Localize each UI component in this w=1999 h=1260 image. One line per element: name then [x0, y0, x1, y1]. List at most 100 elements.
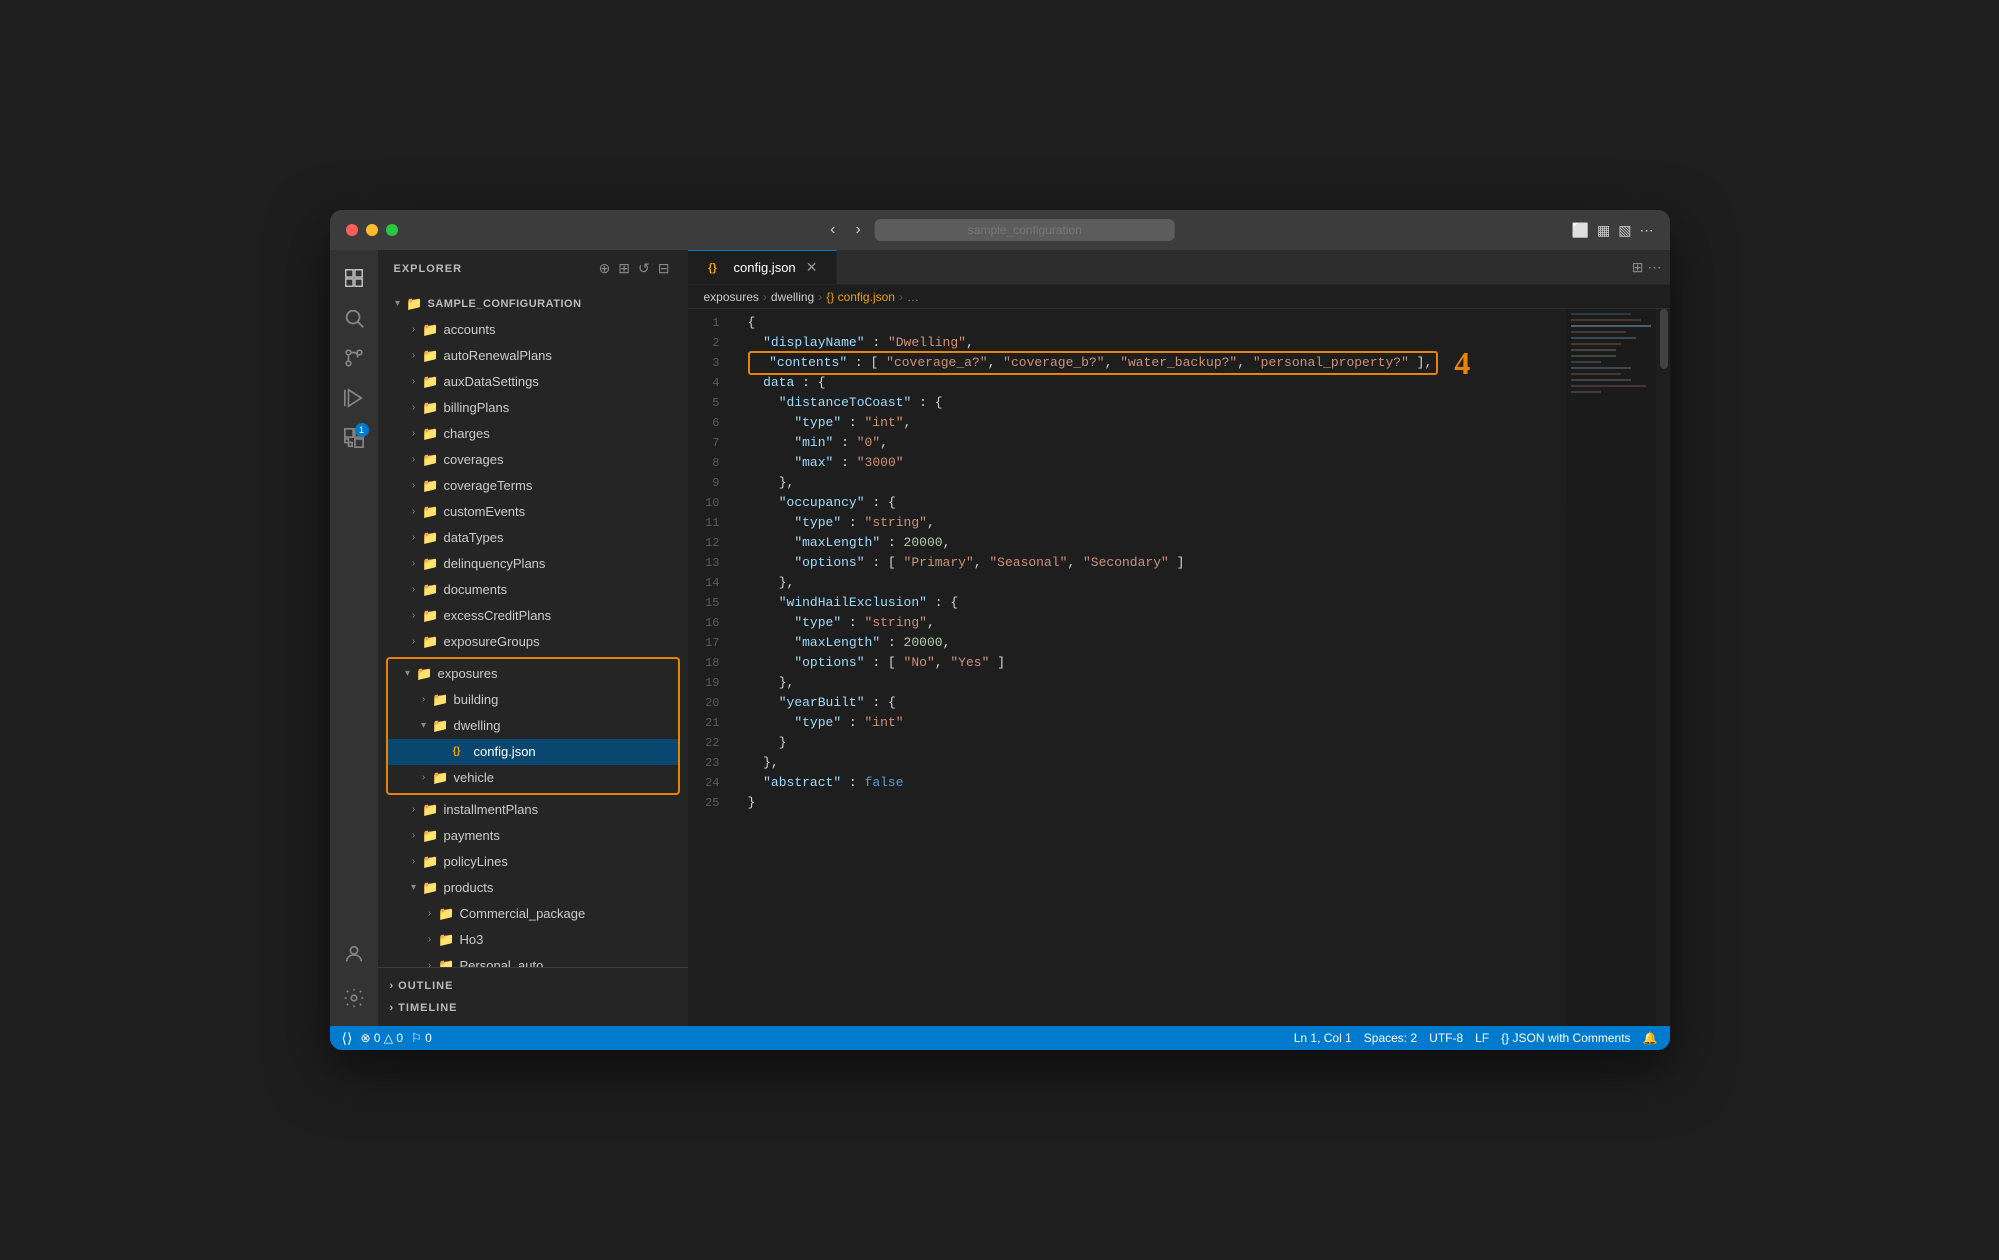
code-line-20: "yearBuilt" : { — [748, 693, 1566, 713]
outline-section[interactable]: › OUTLINE — [390, 976, 676, 996]
encoding-indicator[interactable]: UTF-8 — [1429, 1031, 1463, 1045]
chevron-right-icon: › — [406, 553, 422, 575]
tree-item-personal-auto[interactable]: › 📁 Personal_auto — [378, 953, 688, 967]
sidebar-item-source-control[interactable] — [336, 340, 372, 376]
sidebar-item-run[interactable] — [336, 380, 372, 416]
chevron-down-icon: ▾ — [390, 293, 406, 315]
code-line-9: }, — [748, 473, 1566, 493]
tree-item-auxDataSettings[interactable]: › 📁 auxDataSettings — [378, 369, 688, 395]
line-num: 18 — [688, 653, 720, 673]
folder-icon: 📁 — [438, 955, 456, 967]
tree-item-payments[interactable]: › 📁 payments — [378, 823, 688, 849]
scrollbar-thumb[interactable] — [1660, 309, 1668, 369]
titlebar: ‹ › ⬜ ▦ ▧ ⋯ — [330, 210, 1670, 250]
code-line-13: "options" : [ "Primary", "Seasonal", "Se… — [748, 553, 1566, 573]
sidebar-item-search[interactable] — [336, 300, 372, 336]
timeline-section[interactable]: › TIMELINE — [390, 998, 676, 1018]
language-indicator[interactable]: {} JSON with Comments — [1501, 1031, 1630, 1045]
tree-item-ho3[interactable]: › 📁 Ho3 — [378, 927, 688, 953]
code-lines[interactable]: { "displayName" : "Dwelling", "contents"… — [732, 309, 1566, 1026]
chevron-right-icon: › — [406, 501, 422, 523]
line-ending-indicator[interactable]: LF — [1475, 1031, 1489, 1045]
tab-config-json[interactable]: {} config.json ✕ — [688, 250, 837, 284]
code-line-17: "maxLength" : 20000, — [748, 633, 1566, 653]
tree-item-autoRenewalPlans[interactable]: › 📁 autoRenewalPlans — [378, 343, 688, 369]
split-button[interactable]: ▧ — [1618, 222, 1631, 239]
tree-item-accounts[interactable]: › 📁 accounts — [378, 317, 688, 343]
tree-item-dwelling[interactable]: ▾ 📁 dwelling — [388, 713, 678, 739]
breadcrumb: exposures › dwelling › {} config.json › … — [688, 285, 1670, 309]
tree-item-charges[interactable]: › 📁 charges — [378, 421, 688, 447]
tree-item-documents[interactable]: › 📁 documents — [378, 577, 688, 603]
tree-item-exposures[interactable]: ▾ 📁 exposures — [388, 661, 678, 687]
tree-item-vehicle[interactable]: › 📁 vehicle — [388, 765, 678, 791]
code-line-2: "displayName" : "Dwelling", — [748, 333, 1566, 353]
folder-icon: 📁 — [422, 371, 440, 393]
vscode-window: ‹ › ⬜ ▦ ▧ ⋯ — [330, 210, 1670, 1050]
source-control-status[interactable]: ⚐ 0 — [411, 1031, 432, 1045]
tree-label: charges — [444, 423, 490, 445]
tree-label: vehicle — [454, 767, 494, 789]
breadcrumb-exposures[interactable]: exposures — [704, 290, 759, 304]
notifications-bell[interactable]: 🔔 — [1643, 1031, 1658, 1045]
close-button[interactable] — [346, 224, 358, 236]
tree-label: delinquencyPlans — [444, 553, 546, 575]
search-input[interactable] — [875, 219, 1175, 241]
tree-item-billingPlans[interactable]: › 📁 billingPlans — [378, 395, 688, 421]
tab-close-button[interactable]: ✕ — [804, 260, 820, 276]
new-folder-button[interactable]: ⊞ — [616, 258, 632, 279]
tree-item-coverageTerms[interactable]: › 📁 coverageTerms — [378, 473, 688, 499]
collapse-all-button[interactable]: ⊟ — [656, 258, 672, 279]
tree-item-products[interactable]: ▾ 📁 products — [378, 875, 688, 901]
tree-item-coverages[interactable]: › 📁 coverages — [378, 447, 688, 473]
tree-label: policyLines — [444, 851, 508, 873]
tree-root[interactable]: ▾ 📁 SAMPLE_CONFIGURATION — [378, 291, 688, 317]
sidebar-toggle-button[interactable]: ⬜ — [1572, 222, 1589, 239]
tree-item-policyLines[interactable]: › 📁 policyLines — [378, 849, 688, 875]
code-line-7: "min" : "0", — [748, 433, 1566, 453]
tree-item-exposureGroups[interactable]: › 📁 exposureGroups — [378, 629, 688, 655]
sidebar-header: EXPLORER ⊕ ⊞ ↺ ⊟ — [378, 250, 688, 287]
line-num: 1 — [688, 313, 720, 333]
refresh-button[interactable]: ↺ — [636, 258, 652, 279]
split-editor-button[interactable]: ⊞ — [1632, 259, 1644, 276]
sidebar-item-explorer[interactable] — [336, 260, 372, 296]
tree-item-building[interactable]: › 📁 building — [388, 687, 678, 713]
breadcrumb-ellipsis[interactable]: … — [907, 290, 919, 304]
tree-item-config-json[interactable]: {} config.json — [388, 739, 678, 765]
tree-item-dataTypes[interactable]: › 📁 dataTypes — [378, 525, 688, 551]
line-num: 22 — [688, 733, 720, 753]
editor-scrollbar[interactable] — [1656, 309, 1670, 1026]
code-line-3: "contents" : [ "coverage_a?", "coverage_… — [748, 353, 1566, 373]
tree-item-delinquencyPlans[interactable]: › 📁 delinquencyPlans — [378, 551, 688, 577]
more-button[interactable]: ⋯ — [1640, 222, 1654, 239]
maximize-button[interactable] — [386, 224, 398, 236]
line-numbers: 1 2 3 4 5 6 7 8 9 10 11 12 13 14 15 16 1 — [688, 309, 732, 1026]
cursor-position[interactable]: Ln 1, Col 1 — [1294, 1031, 1352, 1045]
breadcrumb-config-json[interactable]: {} config.json — [826, 290, 895, 304]
sidebar-item-extensions[interactable]: 1 — [336, 420, 372, 456]
tree-item-customEvents[interactable]: › 📁 customEvents — [378, 499, 688, 525]
folder-icon: 📁 — [438, 929, 456, 951]
code-line-16: "type" : "string", — [748, 613, 1566, 633]
minimize-button[interactable] — [366, 224, 378, 236]
tree-label: payments — [444, 825, 500, 847]
settings-icon[interactable] — [336, 980, 372, 1016]
breadcrumb-dwelling[interactable]: dwelling — [771, 290, 814, 304]
errors-warnings[interactable]: ⊗ 0 △ 0 — [360, 1031, 403, 1045]
forward-button[interactable]: › — [850, 219, 867, 241]
back-button[interactable]: ‹ — [824, 219, 841, 241]
spaces-indicator[interactable]: Spaces: 2 — [1364, 1031, 1417, 1045]
account-icon[interactable] — [336, 936, 372, 972]
chevron-right-icon: › — [406, 345, 422, 367]
new-file-button[interactable]: ⊕ — [597, 258, 613, 279]
editor-content[interactable]: 1 2 3 4 5 6 7 8 9 10 11 12 13 14 15 16 1 — [688, 309, 1670, 1026]
chevron-right-icon: › — [422, 929, 438, 951]
tree-item-installmentPlans[interactable]: › 📁 installmentPlans — [378, 797, 688, 823]
tree-item-commercial-package[interactable]: › 📁 Commercial_package — [378, 901, 688, 927]
chevron-right-icon: › — [416, 767, 432, 789]
folder-icon: 📁 — [422, 799, 440, 821]
layout-button[interactable]: ▦ — [1597, 222, 1610, 239]
tree-item-excessCreditPlans[interactable]: › 📁 excessCreditPlans — [378, 603, 688, 629]
more-actions-button[interactable]: ⋯ — [1648, 259, 1662, 276]
